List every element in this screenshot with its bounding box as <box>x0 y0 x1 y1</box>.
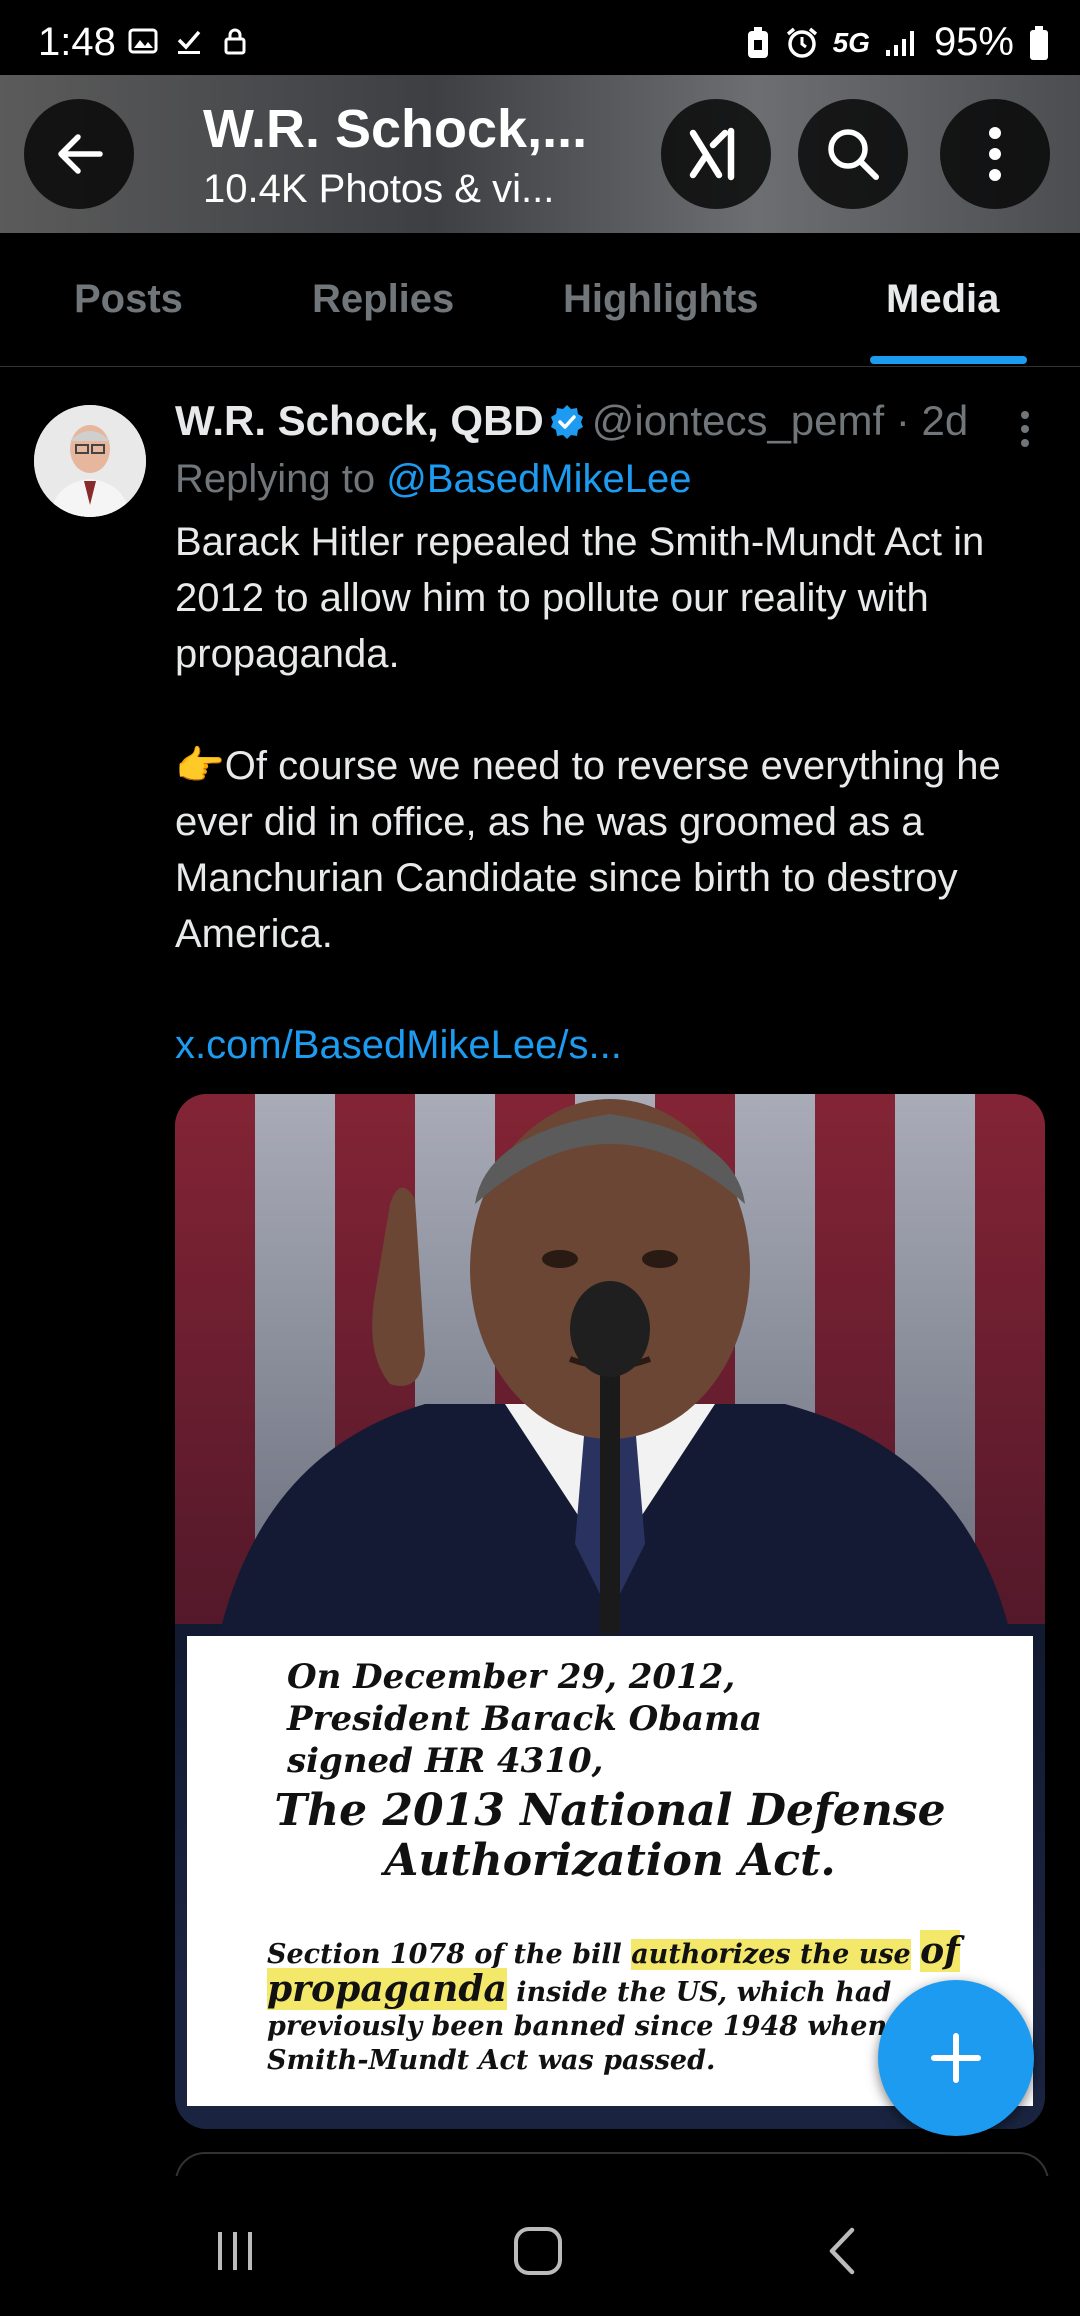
tab-posts[interactable]: Posts <box>74 277 183 322</box>
post-more-icon <box>1021 411 1029 447</box>
caption-line2: The 2013 National Defense Authorization … <box>274 1785 946 1886</box>
verified-badge-icon <box>550 405 583 439</box>
active-tab-indicator <box>870 356 1027 364</box>
status-bar: 1:48 5G 95% <box>0 0 1080 75</box>
author-handle[interactable]: @iontecs_pemf <box>592 397 884 444</box>
search-icon <box>828 129 879 180</box>
profile-title: W.R. Schock,... <box>203 99 588 159</box>
search-button[interactable] <box>798 99 908 209</box>
vertical-dots-icon <box>989 127 1001 181</box>
back-arrow-icon <box>58 134 103 174</box>
network-type: 5G <box>832 26 870 58</box>
battery-icon <box>1030 25 1048 60</box>
plus-icon <box>931 2033 981 2083</box>
media-count: 10.4K Photos & vi... <box>203 167 555 211</box>
caption-line1: On December 29, 2012, President Barack O… <box>287 1657 763 1781</box>
recent-apps-button[interactable] <box>205 2221 265 2281</box>
compose-button[interactable] <box>878 1980 1034 2136</box>
tab-media[interactable]: Media <box>886 277 999 322</box>
post-author-line: W.R. Schock, QBD @iontecs_pemf · 2d <box>175 397 968 445</box>
post-more-button[interactable] <box>1010 407 1040 456</box>
speaker-photo <box>215 1099 1015 1654</box>
status-time: 1:48 <box>38 20 116 64</box>
system-nav-bar <box>0 2176 1080 2316</box>
profile-header: W.R. Schock,... 10.4K Photos & vi... <box>0 75 1080 233</box>
grok-button[interactable] <box>661 99 771 209</box>
replying-prefix: Replying to <box>175 457 387 501</box>
lock-icon <box>224 28 246 55</box>
home-icon <box>514 2227 562 2275</box>
replying-mention[interactable]: @BasedMikeLee <box>386 457 691 501</box>
recents-icon <box>218 2232 252 2270</box>
tab-replies[interactable]: Replies <box>312 277 454 322</box>
profile-tabs: Posts Replies Highlights Media <box>0 233 1080 367</box>
home-button[interactable] <box>508 2221 568 2281</box>
alarm-icon <box>786 27 817 58</box>
grok-icon <box>689 127 735 181</box>
more-options-button[interactable] <box>940 99 1050 209</box>
caption-section-pre: Section 1078 of the bill <box>267 1939 632 1970</box>
battery-percent: 95% <box>933 20 1014 64</box>
battery-saver-icon <box>747 26 768 58</box>
back-button[interactable] <box>24 99 134 209</box>
avatar[interactable] <box>34 405 146 517</box>
tab-highlights[interactable]: Highlights <box>563 277 759 322</box>
system-back-button[interactable] <box>812 2221 872 2281</box>
gallery-icon <box>128 28 158 54</box>
status-left-icons <box>128 26 250 56</box>
check-download-icon <box>177 30 201 54</box>
replying-to-line: Replying to @BasedMikeLee <box>175 457 691 502</box>
avatar-portrait <box>34 405 146 517</box>
signal-icon <box>885 30 914 56</box>
chevron-left-icon <box>829 2227 855 2275</box>
status-right-icons: 5G 95% <box>745 20 1050 65</box>
post-link[interactable]: x.com/BasedMikeLee/s... <box>175 1023 622 1068</box>
author-name[interactable]: W.R. Schock, QBD <box>175 397 544 444</box>
caption-highlight1: authorizes the use <box>631 1939 911 1970</box>
post-time: · 2d <box>895 397 969 444</box>
post-image[interactable]: On December 29, 2012, President Barack O… <box>175 1094 1045 2129</box>
post-text: Barack Hitler repealed the Smith-Mundt A… <box>175 520 1001 956</box>
